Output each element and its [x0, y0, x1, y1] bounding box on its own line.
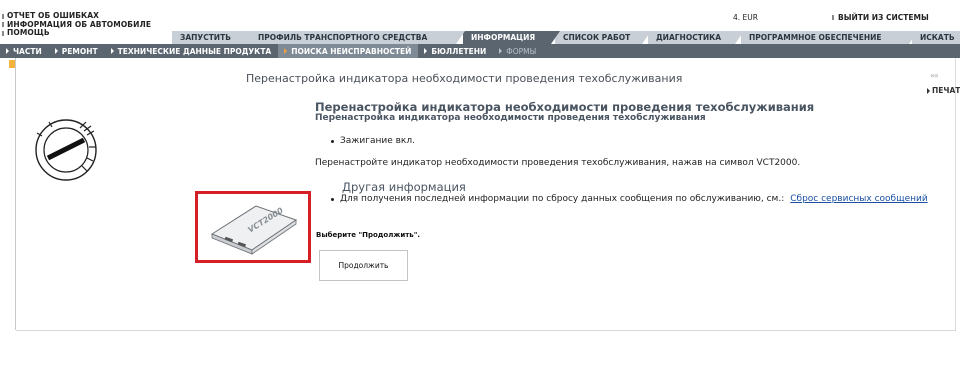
bullet-icon — [2, 13, 4, 19]
page-title: Перенастройка индикатора необходимости п… — [246, 72, 683, 85]
ignition-switch-icon — [35, 119, 97, 181]
right-frame-divider — [955, 58, 956, 330]
choose-continue-text: Выберите "Продолжить". — [316, 231, 421, 239]
currency-label: 4. EUR — [733, 13, 758, 22]
continue-button[interactable]: Продолжить — [319, 250, 408, 281]
tab-information[interactable]: ИНФОРМАЦИЯ — [463, 31, 560, 44]
tab-search[interactable]: ИСКАТЬ — [912, 31, 960, 44]
subnav-repair[interactable]: РЕМОНТ — [49, 44, 105, 58]
tab-diagnostics[interactable]: ДИАГНОСТИКА — [648, 31, 744, 44]
tab-software[interactable]: ПРОГРАММНОЕ ОБЕСПЕЧЕНИЕ — [741, 31, 918, 44]
arrow-right-icon — [284, 48, 288, 54]
arrow-right-icon — [110, 48, 114, 54]
subnav-parts[interactable]: ЧАСТИ — [0, 44, 49, 58]
subnav-troubleshooting[interactable]: ПОИСКА НЕИСПРАВНОСТЕЙ — [278, 44, 419, 58]
bottom-frame-divider — [16, 330, 956, 331]
frame-marker-icon[interactable] — [9, 60, 15, 68]
arrow-right-icon — [424, 48, 428, 54]
bullet-icon — [832, 15, 834, 20]
subnav-tech-data[interactable]: ТЕХНИЧЕСКИЕ ДАННЫЕ ПРОДУКТА — [105, 44, 279, 58]
arrow-right-icon — [6, 48, 9, 54]
procedure-subheading: Перенастройка индикатора необходимости п… — [315, 113, 706, 123]
tab-vehicle-profile[interactable]: ПРОФИЛЬ ТРАНСПОРТНОГО СРЕДСТВА — [250, 31, 465, 44]
page: ОТЧЕТ ОБ ОШИБКАХ ИНФОРМАЦИЯ ОБ АВТОМОБИЛ… — [0, 0, 960, 365]
left-frame — [0, 58, 16, 330]
instruction-text: Перенастройте индикатор необходимости пр… — [315, 158, 801, 168]
print-link[interactable]: ПЕЧАТ — [927, 86, 960, 95]
logout-link[interactable]: ВЫЙТИ ИЗ СИСТЕМЫ — [832, 13, 929, 22]
arrow-right-icon — [54, 48, 58, 54]
vct2000-device-icon: VCT2000 — [210, 205, 298, 255]
main-tabbar: ЗАПУСТИТЬ ПРОФИЛЬ ТРАНСПОРТНОГО СРЕДСТВА… — [0, 31, 960, 44]
bullet-dot-icon — [331, 197, 334, 201]
step-bullet: Зажигание вкл. — [331, 136, 415, 146]
tab-job-list[interactable]: СПИСОК РАБОТ — [555, 31, 651, 44]
procedure-heading: Перенастройка индикатора необходимости п… — [315, 100, 815, 114]
arrow-right-icon — [499, 48, 503, 54]
bullet-dot-icon — [331, 139, 334, 143]
subnav-bulletins[interactable]: БЮЛЛЕТЕНИ — [418, 44, 493, 58]
back-icon[interactable]: «« — [930, 71, 939, 80]
arrow-right-icon — [927, 87, 930, 94]
bullet-icon — [2, 22, 4, 28]
vct2000-device-button[interactable]: VCT2000 — [195, 191, 311, 263]
tab-start[interactable]: ЗАПУСТИТЬ — [172, 31, 259, 44]
service-messages-reset-link[interactable]: Сброс сервисных сообщений — [790, 194, 927, 204]
other-info-bullet: Для получения последней информации по сб… — [331, 194, 928, 204]
sub-navigation: ЧАСТИ РЕМОНТ ТЕХНИЧЕСКИЕ ДАННЫЕ ПРОДУКТА… — [0, 44, 960, 58]
subnav-forms[interactable]: ФОРМЫ — [493, 44, 543, 58]
other-info-heading: Другая информация — [342, 180, 466, 194]
